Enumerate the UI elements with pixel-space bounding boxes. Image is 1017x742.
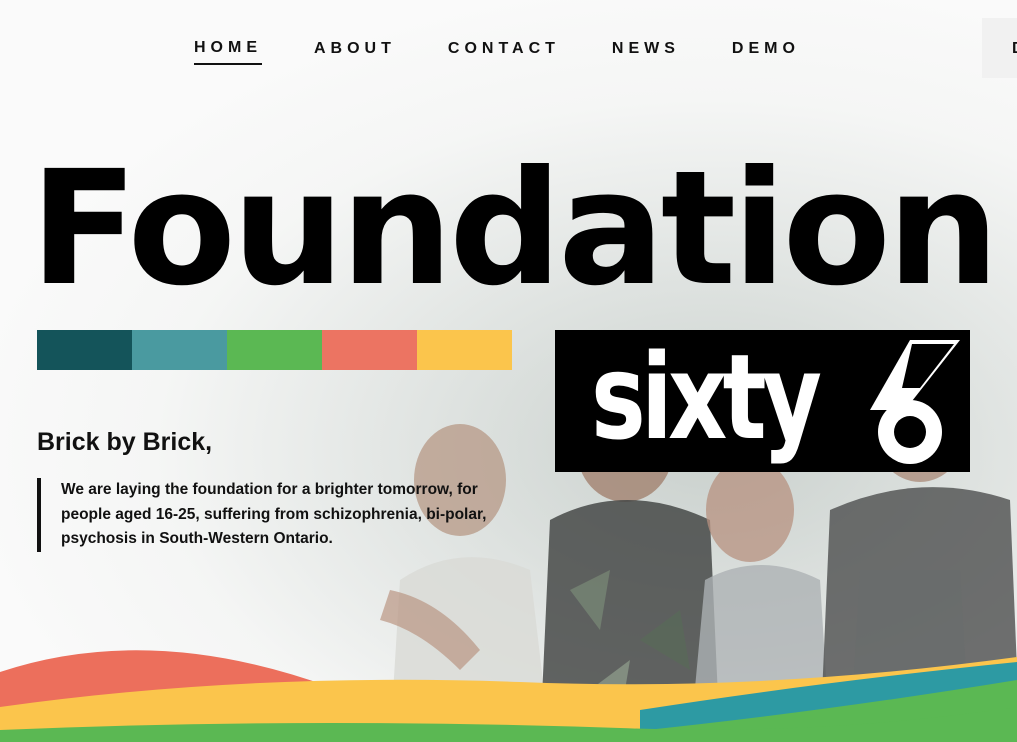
stripe-segment-green [227, 330, 322, 370]
hero-subtitle: Brick by Brick, [37, 428, 213, 456]
sixty6-logo: sixty [555, 330, 970, 472]
nav-demo-link[interactable]: DEMO [732, 40, 800, 64]
nav-contact-link[interactable]: CONTACT [448, 40, 560, 64]
hero-title: Foundation [30, 137, 999, 321]
hero-description: We are laying the foundation for a brigh… [61, 481, 487, 547]
hero-blockquote: We are laying the foundation for a brigh… [37, 478, 531, 552]
logo-six-icon [870, 340, 960, 465]
brand-color-stripe [37, 330, 512, 370]
main-navigation: HOME ABOUT CONTACT NEWS DEMO [194, 37, 852, 67]
nav-overflow-button[interactable]: D [982, 18, 1017, 78]
stripe-segment-teal [132, 330, 227, 370]
nav-home-link[interactable]: HOME [194, 39, 262, 65]
stripe-segment-teal-dark [37, 330, 132, 370]
nav-news-link[interactable]: NEWS [612, 40, 680, 64]
stripe-segment-red [322, 330, 417, 370]
nav-about-link[interactable]: ABOUT [314, 40, 396, 64]
decorative-color-waves [0, 650, 1017, 742]
stripe-segment-yellow [417, 330, 512, 370]
logo-wordmark: sixty [591, 330, 822, 466]
